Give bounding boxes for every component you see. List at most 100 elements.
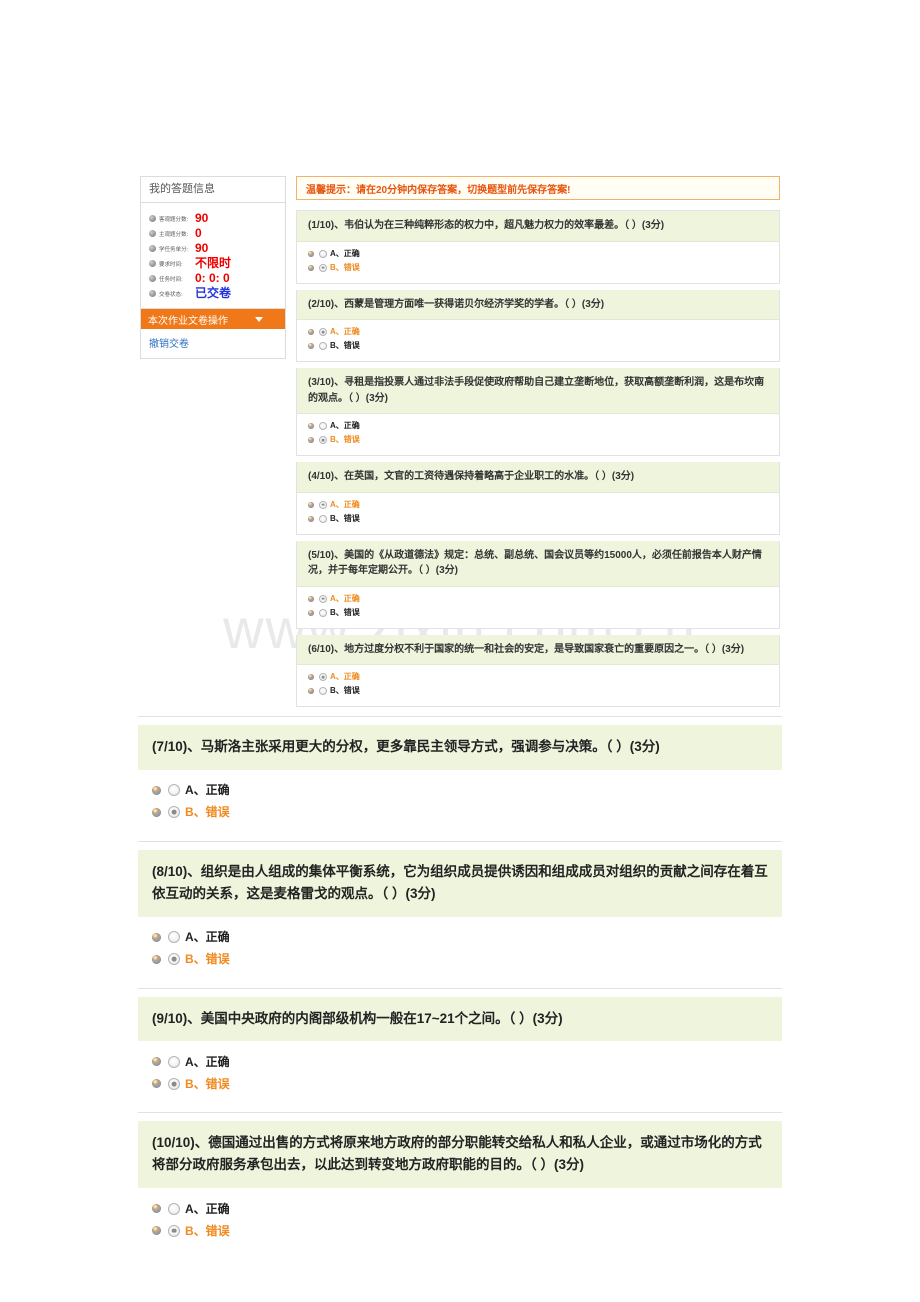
stat-label: 客观题分数: [159,217,189,223]
option-row[interactable]: B、错误 [152,803,782,822]
question-item: (4/10)、在英国，文官的工资待遇保持着略高于企业职工的水准。（ ）(3分) A… [296,462,780,535]
question-list-top: (1/10)、韦伯认为在三种纯粹形态的权力中，超凡魅力权力的效率最差。（ ）(3… [296,210,780,713]
sound-icon[interactable] [152,932,161,942]
option-row[interactable]: A、正确 [308,420,779,432]
stat-label: 交卷状态: [159,292,183,298]
question-item: (6/10)、地方过度分权不利于国家的统一和社会的安定，是导致国家衰亡的重要原因… [296,634,780,707]
sound-icon[interactable] [152,1204,161,1214]
sound-icon[interactable] [308,423,314,429]
option-radio[interactable] [168,1224,180,1237]
chevron-down-icon[interactable] [255,316,263,322]
option-row[interactable]: B、错误 [152,1074,782,1093]
withdraw-submission-link[interactable]: 撤销交卷 [149,335,189,350]
option-radio[interactable] [319,328,327,336]
option-row[interactable]: B、错误 [308,434,779,446]
option-radio[interactable] [319,514,327,523]
option-radio[interactable] [168,931,180,944]
sound-icon[interactable] [152,1057,161,1067]
sound-icon[interactable] [152,954,161,964]
stat-row: 主观题分数: 0 [141,227,285,240]
option-radio[interactable] [168,1077,180,1090]
sound-icon[interactable] [308,595,314,602]
option-radio[interactable] [168,1055,180,1068]
option-group: A、正确 B、错误 [297,320,779,361]
question-item: (3/10)、寻租是指投票人通过非法手段促使政府帮助自己建立垄断地位，获取高额垄… [296,368,780,456]
sound-icon[interactable] [308,250,314,257]
question-item: (9/10)、美国中央政府的内阁部级机构一般在17~21个之间。（ ）(3分) A… [138,987,782,1113]
option-row[interactable]: B、错误 [308,262,779,274]
option-row[interactable]: B、错误 [308,685,779,697]
option-row[interactable]: A、正确 [308,326,779,338]
stat-value: 已交卷 [195,286,232,300]
option-radio[interactable] [319,263,327,272]
option-row[interactable]: B、错误 [308,607,779,619]
option-radio[interactable] [319,500,327,509]
question-item: (5/10)、美国的《从政道德法》规定：总统、副总统、国会议员等约15000人，… [296,540,780,629]
option-radio[interactable] [319,608,327,617]
option-group: A、正确 B、错误 [297,242,779,283]
option-row[interactable]: A、正确 [308,593,779,605]
option-radio[interactable] [319,422,327,430]
option-row[interactable]: A、正确 [152,781,782,800]
option-radio[interactable] [319,436,327,444]
sound-icon[interactable] [308,515,314,522]
question-item: (8/10)、组织是由人组成的集体平衡系统，它为组织成员提供诱因和组成成员对组织… [138,840,782,988]
option-group: A、正确 B、错误 [297,665,779,706]
sound-icon[interactable] [152,807,161,817]
option-row[interactable]: B、错误 [308,513,779,525]
option-group: A、正确 B、错误 [297,587,779,628]
option-label: B、错误 [330,607,360,617]
bullet-icon [149,230,156,237]
option-radio[interactable] [168,953,180,966]
assignment-links: 撤销交卷 [141,329,285,358]
option-row[interactable]: A、正确 [152,1199,782,1218]
sound-icon[interactable] [308,343,314,349]
bullet-icon [149,260,156,267]
sound-icon[interactable] [308,501,314,508]
sound-icon[interactable] [308,264,314,271]
assignment-actions-bar[interactable]: 本次作业文卷操作 [141,308,285,329]
stat-label: 学任务单分: [159,247,189,253]
option-group: A、正确 B、错误 [138,917,782,988]
option-row[interactable]: B、错误 [308,340,779,352]
sound-icon[interactable] [152,1079,161,1089]
option-radio[interactable] [319,594,327,603]
sound-icon[interactable] [308,329,314,335]
option-group: A、正确 B、错误 [138,1188,782,1259]
option-radio[interactable] [319,687,327,695]
sound-icon[interactable] [308,609,314,616]
bullet-icon [149,245,156,252]
question-stem: (6/10)、地方过度分权不利于国家的统一和社会的安定，是导致国家衰亡的重要原因… [297,634,779,665]
sound-icon[interactable] [308,674,314,680]
option-row[interactable]: B、错误 [152,1221,782,1240]
stat-row: 要求时间: 不限时 [141,257,285,270]
option-row[interactable]: A、正确 [152,1052,782,1071]
option-radio[interactable] [319,342,327,350]
option-radio[interactable] [168,806,180,819]
option-radio[interactable] [319,673,327,681]
stat-row: 交卷状态: 已交卷 [141,287,285,300]
sound-icon[interactable] [152,1226,161,1236]
option-row[interactable]: B、错误 [152,950,782,969]
option-row[interactable]: A、正确 [308,671,779,683]
option-row[interactable]: A、正确 [308,248,779,260]
option-radio[interactable] [168,1202,180,1215]
option-label: B、错误 [185,1223,230,1238]
option-label: A、正确 [330,421,360,430]
sound-icon[interactable] [152,785,161,795]
option-radio[interactable] [319,249,327,258]
option-label: B、错误 [330,513,360,523]
option-row[interactable]: A、正确 [152,928,782,947]
stat-label: 要求时间: [159,262,183,268]
sound-icon[interactable] [308,437,314,443]
option-label: B、错误 [185,952,230,967]
option-group: A、正确 B、错误 [138,770,782,841]
notice-text: 温馨提示：请在20分钟内保存答案，切换题型前先保存答案! [306,184,571,196]
option-radio[interactable] [168,784,180,797]
option-label: A、正确 [185,783,230,798]
option-row[interactable]: A、正确 [308,499,779,511]
sound-icon[interactable] [308,688,314,694]
question-stem: (7/10)、马斯洛主张采用更大的分权，更多靠民主领导方式，强调参与决策。（ ）… [138,725,782,770]
stat-label: 任务时间: [159,277,183,283]
option-label: A、正确 [330,593,360,603]
